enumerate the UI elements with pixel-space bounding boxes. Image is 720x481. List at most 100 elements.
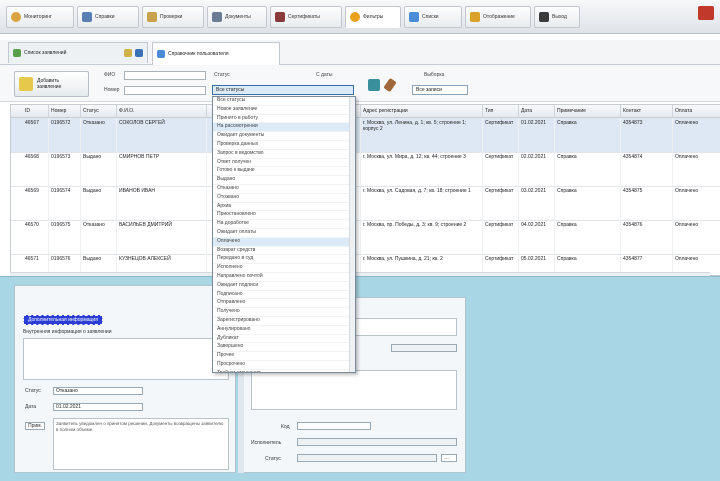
add-document-icon bbox=[19, 77, 33, 91]
cell-name: СОКОЛОВ СЕРГЕЙ bbox=[117, 118, 207, 152]
info-textarea[interactable] bbox=[23, 338, 229, 380]
dropdown-option[interactable]: Направлено почтой bbox=[213, 273, 355, 282]
dropdown-scrollbar[interactable] bbox=[349, 97, 355, 372]
module-tab-lists[interactable]: Списки bbox=[404, 6, 462, 28]
dropdown-option[interactable]: Архив bbox=[213, 203, 355, 212]
dropdown-option[interactable]: Выдано bbox=[213, 176, 355, 185]
status-select[interactable]: Отказано bbox=[53, 387, 143, 395]
filter-input-b[interactable] bbox=[124, 86, 206, 95]
cell-address: г. Москва, ул. Мира, д. 12; кв. 44; стро… bbox=[361, 152, 483, 186]
column-header[interactable]: Контакт bbox=[621, 105, 673, 117]
cell-id: 46568 bbox=[23, 152, 49, 186]
dropdown-option[interactable]: На доработке bbox=[213, 220, 355, 229]
dropdown-option[interactable]: Исполнено bbox=[213, 264, 355, 273]
right-status-label: Статус bbox=[265, 456, 281, 462]
module-tab-documents[interactable]: Документы bbox=[207, 6, 267, 28]
executor-input[interactable] bbox=[297, 438, 457, 446]
cell-note: Справка bbox=[555, 152, 621, 186]
cell-note: Справка bbox=[555, 118, 621, 152]
cell-status: Выдано bbox=[81, 186, 117, 220]
brush-icon[interactable] bbox=[383, 77, 397, 93]
table-row[interactable]: 46568 0196573 Выдано СМИРНОВ ПЕТР г. Мос… bbox=[11, 152, 720, 187]
dropdown-option[interactable]: Готово к выдаче bbox=[213, 167, 355, 177]
dropdown-option[interactable]: Отказано bbox=[213, 185, 355, 194]
cell-address: г. Москва, пр. Победы, д. 3; кв. 9; стро… bbox=[361, 220, 483, 254]
tab-applications-list[interactable]: Список заявлений bbox=[8, 42, 148, 63]
tools-small-icon bbox=[124, 49, 132, 57]
dropdown-option[interactable]: Запрос в ведомство bbox=[213, 150, 355, 159]
dropdown-option[interactable]: Оплачено bbox=[213, 237, 355, 247]
search-icon[interactable] bbox=[368, 79, 380, 91]
module-tab-filters[interactable]: Фильтры bbox=[345, 6, 401, 28]
module-toolbar: Мониторинг Справки Проверки Документы Се… bbox=[0, 0, 720, 34]
dropdown-option[interactable]: Проверка данных bbox=[213, 141, 355, 150]
cell-contact: 4354876 bbox=[621, 220, 673, 254]
note-text[interactable]: Заявитель уведомлен о принятом решении. … bbox=[53, 418, 229, 470]
dropdown-option[interactable]: Подписано bbox=[213, 291, 355, 300]
dropdown-option[interactable]: Передано в суд bbox=[213, 255, 355, 265]
table-row[interactable]: 46567 0196572 Отказано СОКОЛОВ СЕРГЕЙ г.… bbox=[11, 118, 720, 153]
card-subtitle: Внутренняя информация о заявлении bbox=[23, 329, 112, 335]
module-tab-reports[interactable]: Справки bbox=[77, 6, 139, 28]
table-row[interactable]: 46569 0196574 Выдано ИВАНОВ ИВАН г. Моск… bbox=[11, 186, 720, 221]
column-header[interactable]: Ф.И.О. bbox=[117, 105, 207, 117]
column-header[interactable]: Тип bbox=[483, 105, 519, 117]
dropdown-option[interactable]: Прочее bbox=[213, 352, 355, 361]
column-header[interactable]: Адрес регистрации bbox=[361, 105, 483, 117]
dropdown-option[interactable]: Приостановлено bbox=[213, 211, 355, 221]
dropdown-option[interactable]: Зарегистрировано bbox=[213, 317, 355, 326]
dropdown-option[interactable]: Новое заявление bbox=[213, 106, 355, 115]
dropdown-option[interactable]: Завершено bbox=[213, 343, 355, 353]
dropdown-option[interactable]: Аннулировано bbox=[213, 326, 355, 335]
cell-address: г. Москва, ул. Садовая, д. 7; кв. 18; ст… bbox=[361, 186, 483, 220]
module-tab-label: Отображение bbox=[483, 14, 515, 20]
tab-label: Список заявлений bbox=[24, 50, 67, 56]
column-header[interactable]: Дата bbox=[519, 105, 555, 117]
info-card-left: Дополнительная информация Внутренняя инф… bbox=[14, 285, 236, 473]
column-header[interactable]: Статус bbox=[81, 105, 117, 117]
dropdown-option[interactable]: Требует уточнения bbox=[213, 370, 355, 372]
book-icon bbox=[275, 12, 285, 22]
module-tab-display[interactable]: Отображение bbox=[465, 6, 531, 28]
users-small-icon bbox=[157, 50, 165, 58]
badge-icon bbox=[470, 12, 480, 22]
code-input[interactable] bbox=[297, 422, 371, 430]
period-select[interactable]: Все записи bbox=[412, 85, 468, 95]
dropdown-option[interactable]: Ответ получен bbox=[213, 159, 355, 168]
dropdown-option[interactable]: Все статусы bbox=[213, 97, 355, 106]
dropdown-option[interactable]: Отозвано bbox=[213, 194, 355, 203]
code-label: Код bbox=[281, 424, 290, 430]
module-tab-monitoring[interactable]: Мониторинг bbox=[6, 6, 74, 28]
dropdown-option[interactable]: Ожидает подписи bbox=[213, 282, 355, 291]
right-textarea[interactable] bbox=[251, 370, 457, 410]
dropdown-option[interactable]: Ожидает документы bbox=[213, 132, 355, 141]
cell-number: 0196572 bbox=[49, 118, 81, 152]
column-header[interactable]: Номер bbox=[49, 105, 81, 117]
cell-contact: 4354875 bbox=[621, 186, 673, 220]
date-select[interactable]: 01.02.2021 bbox=[53, 403, 143, 411]
dropdown-option[interactable]: Возврат средств bbox=[213, 247, 355, 256]
right-status-select[interactable] bbox=[297, 454, 437, 462]
add-application-button[interactable]: Добавить заявление bbox=[14, 71, 89, 97]
module-tab-checks[interactable]: Проверки bbox=[142, 6, 204, 28]
dropdown-option[interactable]: На рассмотрении bbox=[213, 123, 355, 133]
dropdown-option[interactable]: Дубликат bbox=[213, 335, 355, 344]
cell-date: 02.02.2021 bbox=[519, 152, 555, 186]
column-header[interactable]: Оплата bbox=[673, 105, 720, 117]
close-window-icon[interactable] bbox=[698, 6, 714, 20]
dropdown-option[interactable]: Просрочено bbox=[213, 361, 355, 370]
column-header[interactable]: Примечание bbox=[555, 105, 621, 117]
dropdown-option[interactable]: Отправлено bbox=[213, 299, 355, 309]
dropdown-option[interactable]: Получено bbox=[213, 308, 355, 317]
right-select-top[interactable] bbox=[391, 344, 457, 352]
module-tab-exit[interactable]: Выход bbox=[534, 6, 580, 28]
status-filter-select[interactable]: Все статусы bbox=[212, 85, 354, 95]
dropdown-option[interactable]: Принято в работу bbox=[213, 115, 355, 124]
filter-input-a[interactable] bbox=[124, 71, 206, 80]
table-row[interactable]: 46570 0196575 Отказано ВАСИЛЬЕВ ДМИТРИЙ … bbox=[11, 220, 720, 255]
dropdown-option[interactable]: Ожидает оплаты bbox=[213, 229, 355, 238]
tab-user-directory[interactable]: Справочник пользователя bbox=[152, 42, 280, 65]
browse-button[interactable]: … bbox=[441, 454, 457, 462]
module-tab-certificates[interactable]: Сертификаты bbox=[270, 6, 342, 28]
column-header[interactable]: ID bbox=[23, 105, 49, 117]
